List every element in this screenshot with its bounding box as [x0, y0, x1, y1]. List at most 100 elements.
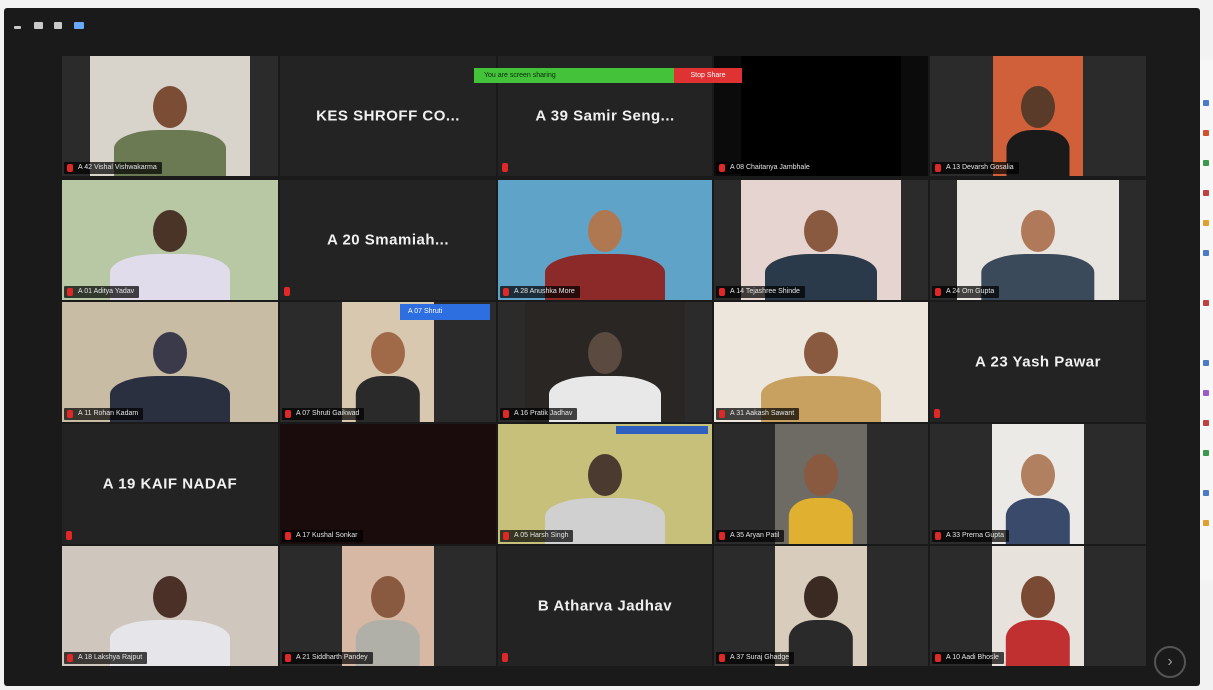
participant-tile[interactable]: A 19 KAIF NADAF	[62, 424, 278, 544]
mic-muted-icon	[719, 654, 725, 662]
chat-sidebar-edge	[1200, 60, 1213, 580]
participant-video	[992, 546, 1084, 666]
participant-tile[interactable]: A 10 Aadi Bhosle	[930, 546, 1146, 666]
participant-name-label: A 42 Vishal Vishwakarma	[64, 162, 162, 174]
participant-display-name: A 39 Samir Seng...	[535, 107, 675, 125]
participant-name-label: A 16 Pratik Jadhav	[500, 408, 578, 420]
participant-video	[90, 56, 250, 176]
participant-tile[interactable]: A 07 Shruti Gaikwad	[280, 302, 496, 422]
participant-name-label: A 21 Siddharth Pandey	[282, 652, 373, 664]
participant-name-text: A 01 Aditya Yadav	[78, 288, 135, 295]
participant-name-text: A 16 Pratik Jadhav	[514, 410, 573, 417]
mic-muted-icon	[503, 410, 509, 418]
gallery-view-grid: A 42 Vishal Vishwakarma KES SHROFF CO... A…	[4, 8, 1200, 686]
participant-tile[interactable]: A 16 Pratik Jadhav	[498, 302, 712, 422]
participant-tile[interactable]: A 42 Vishal Vishwakarma	[62, 56, 278, 176]
mic-muted-icon	[935, 654, 941, 662]
participant-name-label: A 13 Devarsh Gosalia	[932, 162, 1019, 174]
participant-tile[interactable]: A 21 Siddharth Pandey	[280, 546, 496, 666]
pinned-tag[interactable]: A 07 Shruti	[400, 304, 490, 320]
participant-name-label: A 18 Lakshya Rajput	[64, 652, 148, 664]
participant-tile[interactable]: A 01 Aditya Yadav	[62, 180, 278, 300]
mic-muted-icon	[67, 654, 73, 662]
participant-name-text: A 28 Anushka More	[514, 288, 575, 295]
mic-muted-icon	[502, 653, 508, 662]
participant-name-label: A 07 Shruti Gaikwad	[282, 408, 365, 420]
participant-tile[interactable]: A 17 Kushal Sonkar	[280, 424, 496, 544]
participant-video	[62, 546, 278, 666]
mic-muted-icon	[935, 288, 941, 296]
participant-video	[775, 424, 867, 544]
participant-tile[interactable]: A 37 Suraj Ghadge	[714, 546, 928, 666]
mic-muted-icon	[67, 410, 73, 418]
screen-share-bar: You are screen sharing Stop Share	[474, 68, 742, 83]
stop-share-button[interactable]: Stop Share	[674, 68, 742, 83]
participant-tile[interactable]: A 14 Tejashree Shinde	[714, 180, 928, 300]
next-page-button[interactable]: ›	[1154, 646, 1186, 678]
participant-tile[interactable]: KES SHROFF CO...	[280, 56, 496, 176]
participant-name-text: A 21 Siddharth Pandey	[296, 654, 368, 661]
mic-muted-icon	[719, 164, 725, 172]
participant-name-text: A 37 Suraj Ghadge	[730, 654, 790, 661]
mic-muted-icon	[67, 288, 73, 296]
participant-tile[interactable]: A 20 Smamiah...	[280, 180, 496, 300]
participant-display-name: B Atharva Jadhav	[537, 597, 673, 615]
participant-name-text: A 24 Om Gupta	[946, 288, 995, 295]
participant-name-label: A 37 Suraj Ghadge	[716, 652, 795, 664]
participant-name-label: A 31 Aakash Sawant	[716, 408, 800, 420]
participant-video	[62, 302, 278, 422]
participant-video	[741, 180, 901, 300]
participant-tile[interactable]: B Atharva Jadhav	[498, 546, 712, 666]
speaking-indicator	[616, 426, 708, 434]
participant-name-label: A 11 Rohan Kadam	[64, 408, 144, 420]
participant-video	[498, 424, 712, 544]
participant-name-text: A 33 Prerna Gupta	[946, 532, 1004, 539]
participant-tile[interactable]: A 24 Om Gupta	[930, 180, 1146, 300]
mic-muted-icon	[285, 410, 291, 418]
participant-video	[957, 180, 1119, 300]
participant-name-label: A 35 Aryan Patil	[716, 530, 785, 542]
participant-name-text: A 35 Aryan Patil	[730, 532, 780, 539]
participant-tile[interactable]: A 11 Rohan Kadam	[62, 302, 278, 422]
participant-tile[interactable]: A 28 Anushka More	[498, 180, 712, 300]
participant-name-text: A 13 Devarsh Gosalia	[946, 164, 1014, 171]
participant-tile[interactable]: A 23 Yash Pawar	[930, 302, 1146, 422]
mic-muted-icon	[935, 532, 941, 540]
share-status-text: You are screen sharing	[474, 68, 674, 83]
participant-tile[interactable]: A 33 Prerna Gupta	[930, 424, 1146, 544]
participant-name-text: A 05 Harsh Singh	[514, 532, 569, 539]
participant-name-text: A 17 Kushal Sonkar	[296, 532, 358, 539]
participant-name-label: A 05 Harsh Singh	[500, 530, 574, 542]
participant-video	[992, 424, 1084, 544]
mic-muted-icon	[934, 409, 940, 418]
participant-name-label: A 01 Aditya Yadav	[64, 286, 140, 298]
participant-video	[342, 302, 434, 422]
participant-tile[interactable]: A 35 Aryan Patil	[714, 424, 928, 544]
participant-display-name: A 20 Smamiah...	[327, 231, 449, 249]
zoom-meeting-window: A 42 Vishal Vishwakarma KES SHROFF CO... A…	[4, 8, 1200, 686]
participant-name-label: A 08 Chaitanya Jambhale	[716, 162, 815, 174]
participant-video	[342, 546, 434, 666]
mic-muted-icon	[503, 532, 509, 540]
participant-video	[525, 302, 685, 422]
mic-muted-icon	[66, 531, 72, 540]
mic-muted-icon	[719, 288, 725, 296]
participant-name-text: A 42 Vishal Vishwakarma	[78, 164, 157, 171]
participant-name-text: A 10 Aadi Bhosle	[946, 654, 999, 661]
participant-name-text: A 08 Chaitanya Jambhale	[730, 164, 810, 171]
participant-video	[498, 180, 712, 300]
participant-name-label: A 10 Aadi Bhosle	[932, 652, 1004, 664]
participant-name-label: A 17 Kushal Sonkar	[282, 530, 363, 542]
participant-name-text: A 18 Lakshya Rajput	[78, 654, 143, 661]
participant-display-name: A 19 KAIF NADAF	[102, 475, 238, 493]
participant-tile[interactable]: A 18 Lakshya Rajput	[62, 546, 278, 666]
participant-tile[interactable]: A 05 Harsh Singh	[498, 424, 712, 544]
mic-muted-icon	[719, 410, 725, 418]
participant-tile[interactable]: A 31 Aakash Sawant	[714, 302, 928, 422]
participant-tile[interactable]: A 08 Chaitanya Jambhale	[714, 56, 928, 176]
participant-tile[interactable]: A 13 Devarsh Gosalia	[930, 56, 1146, 176]
participant-video	[714, 302, 928, 422]
participant-name-label: A 28 Anushka More	[500, 286, 580, 298]
participant-video	[775, 546, 867, 666]
mic-muted-icon	[67, 164, 73, 172]
